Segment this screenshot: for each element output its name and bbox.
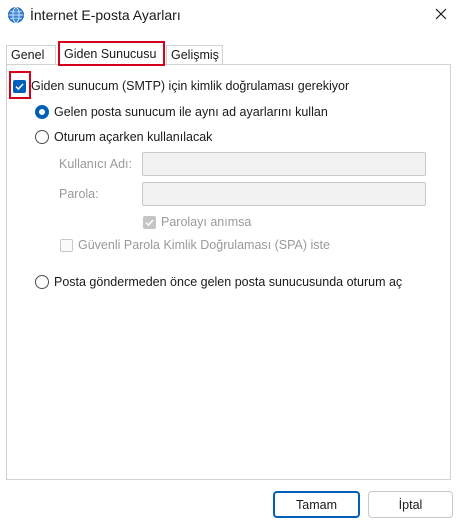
logon-row[interactable]: Oturum açarken kullanılacak	[35, 130, 212, 144]
require-auth-checkbox[interactable]	[13, 79, 26, 93]
tab-giden-sunucusu[interactable]: Giden Sunucusu	[58, 41, 165, 66]
remember-password-row[interactable]: Parolayı anımsa	[143, 215, 251, 229]
close-button[interactable]	[424, 0, 457, 30]
logon-incoming-first-radio[interactable]	[35, 275, 49, 289]
title-bar: İnternet E-posta Ayarları	[0, 0, 457, 33]
globe-mail-icon	[7, 6, 25, 24]
spa-label: Güvenli Parola Kimlik Doğrulaması (SPA) …	[78, 238, 330, 252]
tab-genel[interactable]: Genel	[6, 45, 56, 65]
username-label: Kullanıcı Adı:	[59, 157, 132, 171]
tab-panel	[6, 64, 451, 480]
logon-label: Oturum açarken kullanılacak	[54, 130, 213, 144]
username-field[interactable]	[142, 152, 426, 176]
password-field[interactable]	[142, 182, 426, 206]
logon-radio[interactable]	[35, 130, 49, 144]
password-label: Parola:	[59, 187, 99, 201]
remember-password-checkbox[interactable]	[143, 215, 156, 229]
same-settings-row[interactable]: Gelen posta sunucum ile aynı ad ayarları…	[35, 105, 328, 119]
spa-checkbox[interactable]	[60, 238, 73, 252]
remember-password-label: Parolayı anımsa	[161, 215, 252, 229]
tab-gelismis[interactable]: Gelişmiş	[166, 45, 223, 65]
close-icon	[435, 8, 447, 23]
same-settings-radio[interactable]	[35, 105, 49, 119]
logon-incoming-first-row[interactable]: Posta göndermeden önce gelen posta sunuc…	[35, 275, 402, 289]
logon-incoming-first-label: Posta göndermeden önce gelen posta sunuc…	[54, 275, 403, 289]
tab-strip: Genel Giden Sunucusu Gelişmiş	[6, 41, 451, 66]
ok-button[interactable]: Tamam	[273, 491, 360, 518]
same-settings-label: Gelen posta sunucum ile aynı ad ayarları…	[54, 105, 328, 119]
require-auth-label: Giden sunucum (SMTP) için kimlik doğrula…	[31, 79, 350, 93]
require-auth-row[interactable]: Giden sunucum (SMTP) için kimlik doğrula…	[13, 79, 349, 93]
spa-row[interactable]: Güvenli Parola Kimlik Doğrulaması (SPA) …	[60, 238, 330, 252]
window-title: İnternet E-posta Ayarları	[30, 7, 181, 23]
cancel-button[interactable]: İptal	[368, 491, 453, 518]
